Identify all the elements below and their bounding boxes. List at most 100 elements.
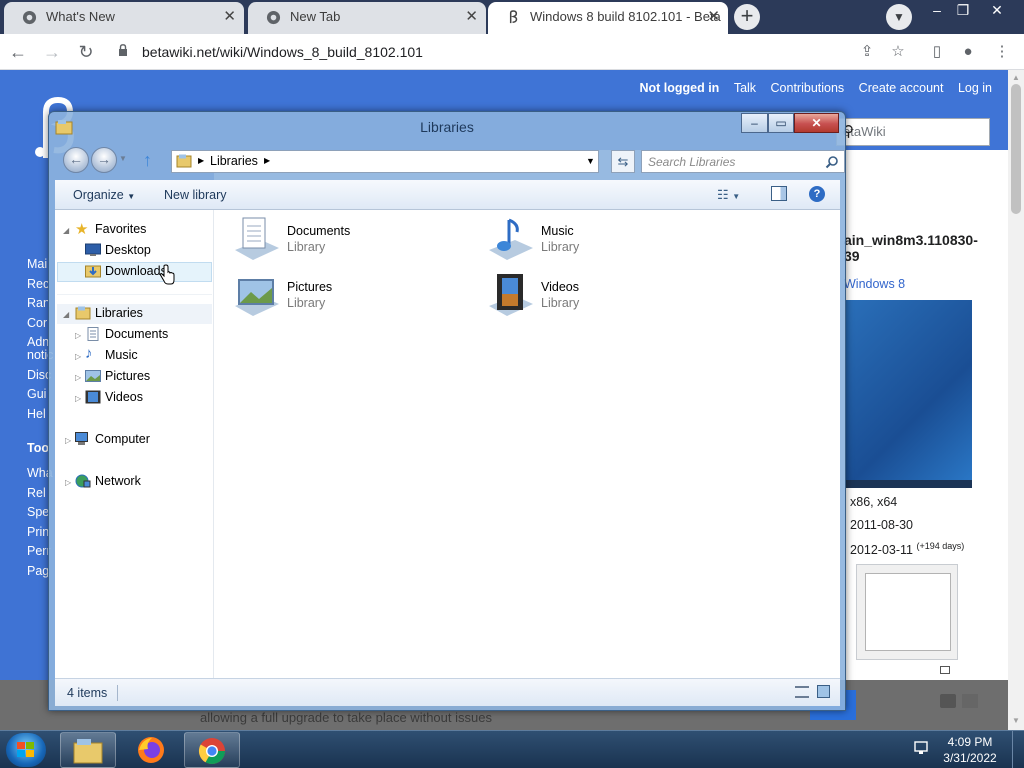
address-text[interactable]: Libraries [210,154,258,168]
tab-new-tab[interactable]: New Tab ✕ [248,2,486,34]
library-name: Documents [287,224,351,238]
page-scrollbar[interactable]: ▲ ▼ [1008,70,1024,730]
share-icon[interactable]: ⇪ [857,42,877,62]
library-documents[interactable]: Documents Library [233,216,473,266]
scrollbar-thumb[interactable] [1011,84,1021,214]
infobox-released: 2012-03-11 (+194 days) [850,541,964,557]
scroll-up-icon[interactable]: ▲ [1012,73,1020,83]
reload-icon[interactable]: ↻ [74,40,98,64]
infobox-title-line-2: 39 [844,248,860,264]
system-clock[interactable]: 4:09 PM 3/31/2022 [940,734,1000,766]
nav-label: Documents [105,327,169,341]
explorer-navbar: ← → ▼ ↑ ▶ Libraries ▶ ▼ ⇆ Search Librari… [57,146,845,174]
tab-search-button[interactable]: ▼ [886,4,912,30]
enlarge-icon[interactable] [940,666,950,674]
infobox-screenshot[interactable] [846,300,972,488]
bookmark-star-icon[interactable]: ☆ [888,42,908,62]
collapse-arrow-icon[interactable]: ▷ [75,331,81,340]
thumbnail-image [865,573,951,651]
new-tab-button[interactable]: + [734,4,760,30]
footer-icon-2[interactable] [962,694,978,708]
close-window-icon[interactable]: ✕ [984,0,1010,22]
search-icon[interactable]: ⚲ [843,122,983,140]
show-desktop-button[interactable] [1012,731,1024,768]
nav-label: Network [95,474,141,488]
recent-pages-icon[interactable]: ▼ [119,154,127,163]
maximize-icon[interactable]: ▭ [768,113,794,133]
browser-toolbar: ← → ↻ betawiki.net/wiki/Windows_8_build_… [0,34,1024,70]
nav-label: Desktop [105,243,151,257]
forward-icon[interactable]: → [40,40,64,64]
footer-icon-1[interactable] [940,694,956,708]
side-panel-icon[interactable]: ▯ [927,42,947,62]
back-icon[interactable]: ← [6,40,30,64]
scroll-down-icon[interactable]: ▼ [1012,716,1020,726]
library-pictures[interactable]: Pictures Library [233,272,473,322]
collapse-arrow-icon[interactable]: ▷ [65,436,71,445]
tab-whats-new[interactable]: What's New ✕ [4,2,244,34]
chrome-icon [266,10,281,25]
minimize-icon[interactable]: – [924,0,950,22]
menu-icon[interactable]: ⋮ [992,42,1012,62]
refresh-icon[interactable]: ⇆ [611,150,635,173]
search-icon[interactable] [825,155,839,169]
tab-title: What's New [46,9,115,24]
large-icons-view-icon[interactable] [817,685,830,698]
up-icon[interactable]: ↑ [143,150,152,171]
library-name: Videos [541,280,579,294]
tab-betawiki[interactable]: Windows 8 build 8102.101 - Beta ✕ [488,2,728,34]
new-library-button[interactable]: New library [164,188,227,202]
navigation-pane: ◢ ★ Favorites Desktop Downloads ◢ Librar… [55,210,214,678]
address-bar[interactable]: betawiki.net/wiki/Windows_8_build_8102.1… [104,38,926,66]
help-icon[interactable]: ? [809,186,825,202]
taskbar-firefox[interactable] [124,732,180,768]
infobox-thumbnail[interactable] [856,564,958,660]
back-icon[interactable]: ← [63,147,89,173]
library-type: Library [287,240,326,254]
contributions-link[interactable]: Contributions [771,81,845,95]
address-bar[interactable]: ▶ Libraries ▶ ▼ [171,150,599,173]
profile-icon[interactable]: ● [958,42,978,62]
explorer-window[interactable]: Libraries – ▭ ✕ ← → ▼ ↑ ▶ Libraries ▶ ▼ … [48,111,846,711]
change-view-icon[interactable]: ☷ ▼ [717,187,740,203]
collapse-arrow-icon[interactable]: ▷ [75,352,81,361]
collapse-arrow-icon[interactable]: ▷ [75,394,81,403]
collapse-arrow-icon[interactable]: ▷ [65,478,71,487]
firefox-icon [138,737,164,763]
documents-icon [87,327,99,341]
library-music[interactable]: Music Library [487,216,727,266]
nav-label: Pictures [105,369,151,383]
close-icon[interactable]: ✕ [465,2,478,32]
expand-arrow-icon[interactable]: ◢ [63,226,69,235]
network-tray-icon[interactable] [914,741,932,757]
minimize-icon[interactable]: – [741,113,768,133]
computer-icon [75,432,88,445]
breadcrumb-arrow-icon[interactable]: ▶ [198,156,204,165]
details-view-icon[interactable] [795,686,809,698]
log-in-link[interactable]: Log in [958,81,992,95]
breadcrumb-arrow-icon[interactable]: ▶ [264,156,270,165]
talk-link[interactable]: Talk [734,81,756,95]
organize-label: Organize [73,188,124,202]
chrome-icon [198,738,226,765]
library-videos[interactable]: Videos Library [487,272,727,322]
address-dropdown-icon[interactable]: ▼ [586,156,595,166]
restore-icon[interactable]: ❐ [950,0,976,22]
close-icon[interactable]: ✕ [794,113,839,133]
infobox-os-link[interactable]: Windows 8 [844,277,905,291]
forward-icon[interactable]: → [91,147,117,173]
infobox-released-date: 2012-03-11 [850,543,914,558]
close-icon[interactable]: ✕ [707,2,720,32]
collapse-arrow-icon[interactable]: ▷ [75,373,81,382]
create-account-link[interactable]: Create account [859,81,944,95]
explorer-status-bar: 4 items [55,678,840,706]
preview-pane-icon[interactable] [771,186,787,201]
taskbar-chrome[interactable] [184,732,240,768]
expand-arrow-icon[interactable]: ◢ [63,310,69,319]
start-button[interactable] [6,733,46,767]
organize-button[interactable]: Organize ▼ [73,188,135,202]
close-icon[interactable]: ✕ [223,2,236,32]
wiki-search-input[interactable]: etaWiki ⚲ [836,118,990,146]
explorer-search-input[interactable]: Search Libraries [641,150,845,173]
taskbar-explorer[interactable] [60,732,116,768]
